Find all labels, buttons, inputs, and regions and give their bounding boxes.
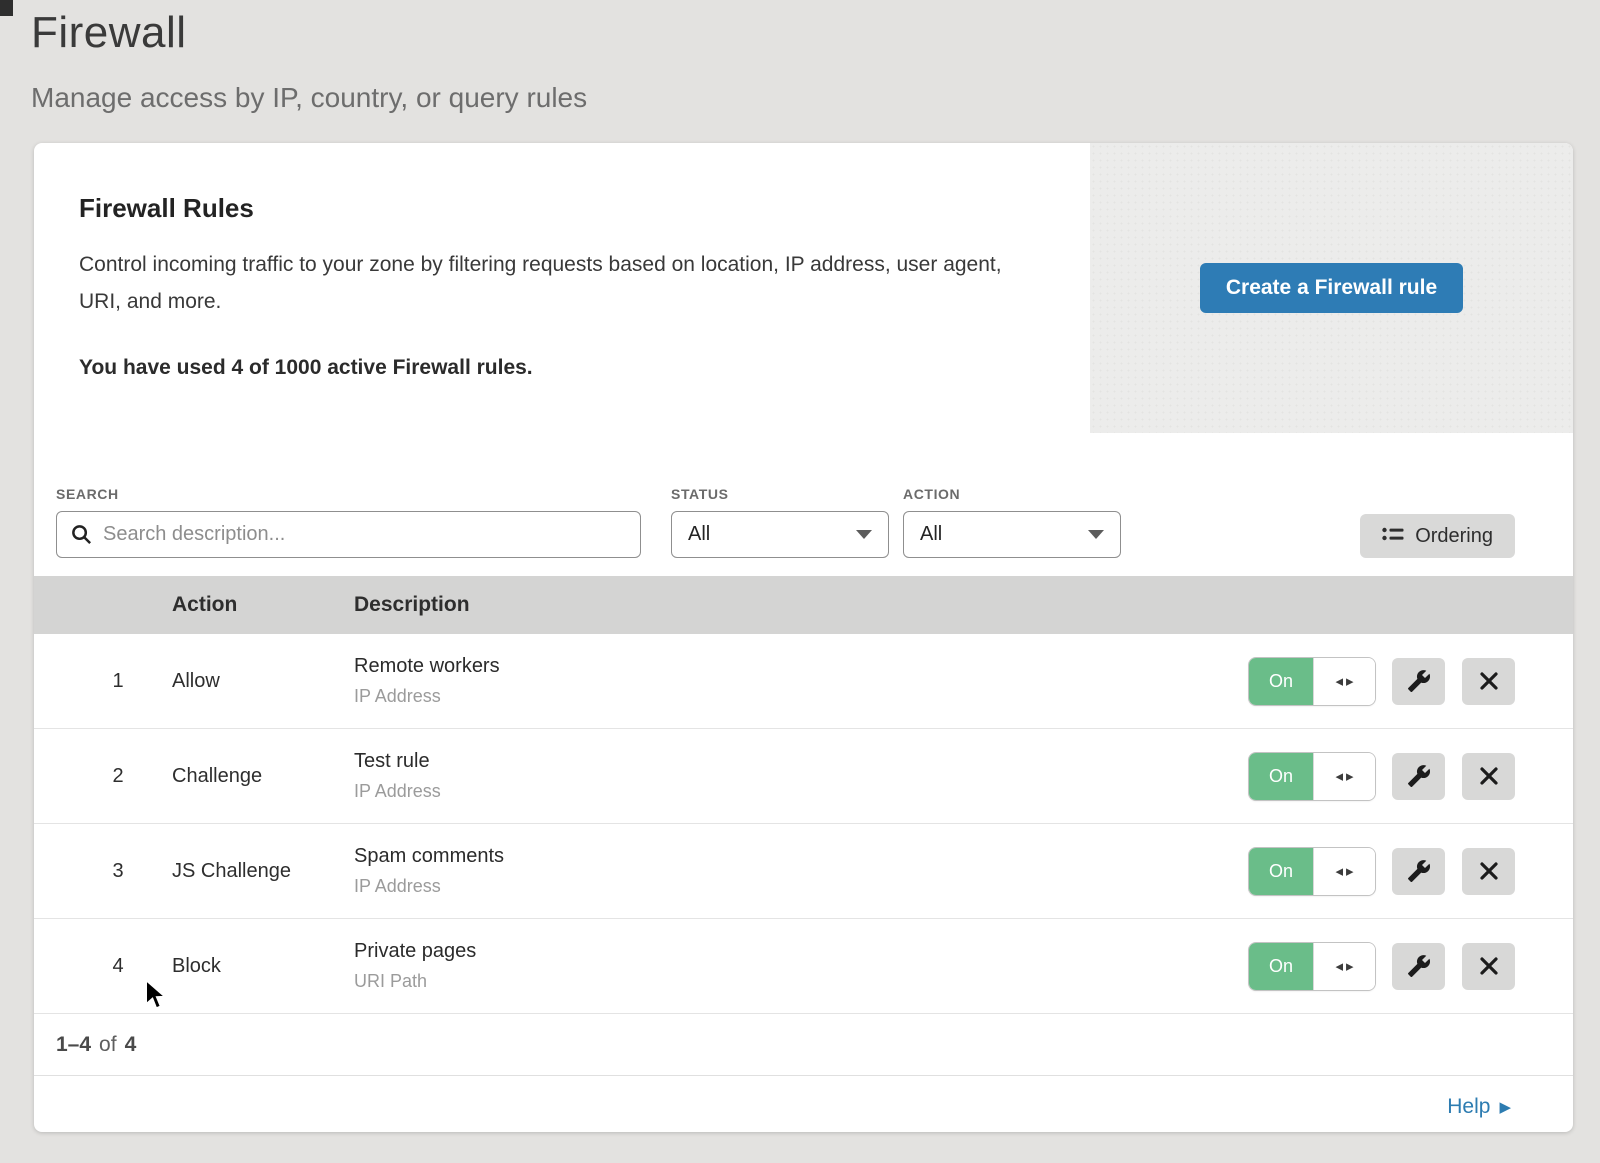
status-selected-value: All xyxy=(688,523,710,546)
rule-action: Allow xyxy=(172,670,354,693)
create-firewall-rule-button[interactable]: Create a Firewall rule xyxy=(1200,263,1463,313)
close-icon xyxy=(1479,671,1499,691)
rule-enabled-toggle[interactable]: On ◂▸ xyxy=(1249,943,1375,990)
card-description: Control incoming traffic to your zone by… xyxy=(79,246,1039,320)
page-header: Firewall Manage access by IP, country, o… xyxy=(0,0,1600,114)
rule-action: Challenge xyxy=(172,765,354,788)
wrench-icon xyxy=(1407,764,1431,788)
action-filter: ACTION All xyxy=(903,486,1121,558)
toggle-arrows-icon: ◂▸ xyxy=(1313,848,1375,895)
rule-description: Private pages xyxy=(354,940,1249,963)
pagination-total: 4 xyxy=(125,1033,137,1057)
rule-description-cell: Spam comments IP Address xyxy=(354,845,1249,897)
toggle-arrows-icon: ◂▸ xyxy=(1313,658,1375,705)
wrench-icon xyxy=(1407,954,1431,978)
search-label: SEARCH xyxy=(56,486,641,502)
rule-action: Block xyxy=(172,955,354,978)
delete-rule-button[interactable] xyxy=(1462,943,1515,990)
table-header: Action Description xyxy=(34,576,1573,634)
rule-enabled-toggle[interactable]: On ◂▸ xyxy=(1249,753,1375,800)
table-row: 2 Challenge Test rule IP Address On ◂▸ xyxy=(34,729,1573,824)
help-label: Help xyxy=(1447,1095,1490,1119)
edit-rule-button[interactable] xyxy=(1392,658,1445,705)
toggle-on-label: On xyxy=(1249,753,1313,800)
close-icon xyxy=(1479,861,1499,881)
column-header-action: Action xyxy=(172,593,354,617)
table-row: 1 Allow Remote workers IP Address On ◂▸ xyxy=(34,634,1573,729)
status-select[interactable]: All xyxy=(671,511,889,558)
pagination-range: 1–4 xyxy=(56,1033,91,1057)
table-row: 4 Block Private pages URI Path On ◂▸ xyxy=(34,919,1573,1014)
list-ordering-icon xyxy=(1382,526,1404,546)
close-icon xyxy=(1479,956,1499,976)
card-footer: Help ▶ xyxy=(34,1076,1573,1138)
rule-description: Remote workers xyxy=(354,655,1249,678)
search-input[interactable] xyxy=(56,511,641,558)
toggle-arrows-icon: ◂▸ xyxy=(1313,753,1375,800)
rule-priority: 1 xyxy=(34,670,172,693)
usage-summary: You have used 4 of 1000 active Firewall … xyxy=(79,356,1045,380)
rule-priority: 4 xyxy=(34,955,172,978)
action-label: ACTION xyxy=(903,486,1121,502)
delete-rule-button[interactable] xyxy=(1462,753,1515,800)
edit-rule-button[interactable] xyxy=(1392,943,1445,990)
rule-description-cell: Remote workers IP Address xyxy=(354,655,1249,707)
rule-description: Spam comments xyxy=(354,845,1249,868)
sidebar-edge-fragment xyxy=(0,0,13,16)
rule-match-type: IP Address xyxy=(354,686,1249,707)
rule-enabled-toggle[interactable]: On ◂▸ xyxy=(1249,848,1375,895)
rule-match-type: IP Address xyxy=(354,876,1249,897)
delete-rule-button[interactable] xyxy=(1462,658,1515,705)
close-icon xyxy=(1479,766,1499,786)
toggle-on-label: On xyxy=(1249,943,1313,990)
delete-rule-button[interactable] xyxy=(1462,848,1515,895)
chevron-down-icon xyxy=(1088,530,1104,539)
ordering-button[interactable]: Ordering xyxy=(1360,514,1515,558)
create-rule-panel: Create a Firewall rule xyxy=(1090,143,1573,433)
rule-description-cell: Private pages URI Path xyxy=(354,940,1249,992)
card-title: Firewall Rules xyxy=(79,193,1045,224)
edit-rule-button[interactable] xyxy=(1392,753,1445,800)
status-label: STATUS xyxy=(671,486,889,502)
toggle-on-label: On xyxy=(1249,658,1313,705)
wrench-icon xyxy=(1407,669,1431,693)
chevron-down-icon xyxy=(856,530,872,539)
status-filter: STATUS All xyxy=(671,486,889,558)
rule-action: JS Challenge xyxy=(172,860,354,883)
toggle-on-label: On xyxy=(1249,848,1313,895)
wrench-icon xyxy=(1407,859,1431,883)
rule-match-type: IP Address xyxy=(354,781,1249,802)
action-selected-value: All xyxy=(920,523,942,546)
rule-priority: 3 xyxy=(34,860,172,883)
column-header-description: Description xyxy=(354,593,1573,617)
rule-match-type: URI Path xyxy=(354,971,1249,992)
ordering-button-label: Ordering xyxy=(1415,525,1493,548)
help-link[interactable]: Help ▶ xyxy=(1447,1095,1511,1119)
page-subtitle: Manage access by IP, country, or query r… xyxy=(31,82,1600,114)
firewall-rules-card: Firewall Rules Control incoming traffic … xyxy=(34,143,1573,1132)
edit-rule-button[interactable] xyxy=(1392,848,1445,895)
rule-enabled-toggle[interactable]: On ◂▸ xyxy=(1249,658,1375,705)
card-header-text: Firewall Rules Control incoming traffic … xyxy=(34,143,1090,433)
rule-controls: On ◂▸ xyxy=(1249,658,1573,705)
search-icon xyxy=(70,523,93,546)
rule-description: Test rule xyxy=(354,750,1249,773)
rule-priority: 2 xyxy=(34,765,172,788)
caret-right-icon: ▶ xyxy=(1499,1098,1511,1116)
table-row: 3 JS Challenge Spam comments IP Address … xyxy=(34,824,1573,919)
page-title: Firewall xyxy=(31,8,1600,58)
pagination-of: of xyxy=(99,1033,117,1057)
pagination: 1–4 of 4 xyxy=(34,1014,1573,1076)
rule-description-cell: Test rule IP Address xyxy=(354,750,1249,802)
action-select[interactable]: All xyxy=(903,511,1121,558)
rule-controls: On ◂▸ xyxy=(1249,943,1573,990)
search-filter: SEARCH xyxy=(56,486,641,558)
card-header: Firewall Rules Control incoming traffic … xyxy=(34,143,1573,433)
rule-controls: On ◂▸ xyxy=(1249,848,1573,895)
toggle-arrows-icon: ◂▸ xyxy=(1313,943,1375,990)
rule-controls: On ◂▸ xyxy=(1249,753,1573,800)
filters-bar: SEARCH STATUS All ACTION All xyxy=(34,433,1573,558)
